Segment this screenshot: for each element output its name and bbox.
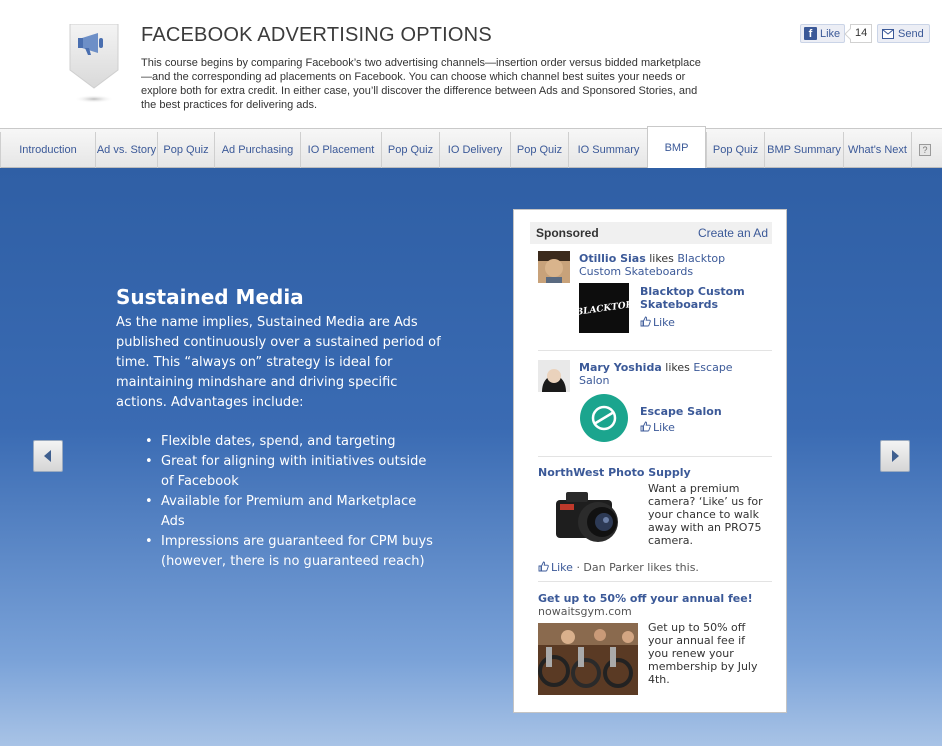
escape-salon-logo[interactable] [579, 393, 629, 443]
tab-io-placement[interactable]: IO Placement [300, 132, 381, 168]
story-line: Otillio Sias likes Blacktop Custom Skate… [579, 252, 759, 278]
lesson-tab-bar: Introduction Ad vs. Story Pop Quiz Ad Pu… [0, 126, 942, 168]
tab-pop-quiz-1[interactable]: Pop Quiz [157, 132, 214, 168]
story-verb: likes [649, 252, 674, 265]
like-label: Like [551, 561, 573, 574]
list-item: Impressions are guaranteed for CPM buys … [142, 532, 442, 572]
tab-io-summary[interactable]: IO Summary [568, 132, 648, 168]
divider [538, 456, 772, 457]
gym-image[interactable] [538, 623, 638, 695]
course-header: FACEBOOK ADVERTISING OPTIONS This course… [0, 0, 942, 128]
send-label: Send [898, 27, 924, 40]
megaphone-icon [68, 23, 120, 104]
tab-pop-quiz-3[interactable]: Pop Quiz [510, 132, 568, 168]
sponsored-ads-panel: Sponsored Create an Ad Otillio Sias like… [513, 209, 787, 713]
help-icon[interactable]: ? [919, 144, 931, 156]
send-button[interactable]: Send [877, 24, 930, 43]
facebook-like-button[interactable]: f Like [800, 24, 846, 43]
divider [538, 581, 772, 582]
slide-content: Sustained Media As the name implies, Sus… [0, 168, 942, 746]
page-title-link[interactable]: Blacktop Custom Skateboards [640, 285, 760, 311]
like-count: 14 [850, 24, 873, 43]
like-link[interactable]: Like [538, 561, 573, 574]
tab-bmp-summary[interactable]: BMP Summary [764, 132, 843, 168]
thumbs-up-icon [640, 421, 651, 432]
like-link[interactable]: Like [640, 316, 675, 329]
slide-title: Sustained Media [116, 285, 304, 309]
ad-url: nowaitsgym.com [538, 605, 632, 618]
story-user-link[interactable]: Otillio Sias [579, 252, 646, 265]
thumbs-up-icon [538, 561, 549, 572]
avatar[interactable] [538, 251, 570, 283]
list-item: Flexible dates, spend, and targeting [142, 432, 442, 452]
tab-ad-vs-story[interactable]: Ad vs. Story [95, 132, 157, 168]
page-title-link[interactable]: Escape Salon [640, 405, 760, 418]
create-ad-link[interactable]: Create an Ad [698, 226, 768, 240]
avatar[interactable] [538, 360, 570, 392]
story-user-link[interactable]: Mary Yoshida [579, 361, 662, 374]
list-item: Available for Premium and Marketplace Ad… [142, 492, 442, 532]
course-title: FACEBOOK ADVERTISING OPTIONS [141, 24, 492, 46]
tab-io-delivery[interactable]: IO Delivery [439, 132, 510, 168]
slide-body: As the name implies, Sustained Media are… [116, 315, 441, 410]
tab-pop-quiz-4[interactable]: Pop Quiz [706, 132, 764, 168]
divider [538, 350, 772, 351]
tab-whats-next[interactable]: What's Next [843, 132, 911, 168]
like-label: Like [653, 421, 675, 434]
ad-body: Want a premium camera? ‘Like’ us for you… [648, 482, 763, 547]
tab-introduction[interactable]: Introduction [0, 132, 95, 168]
like-label: Like [820, 27, 841, 40]
ad-body: Get up to 50% off your annual fee if you… [648, 621, 758, 686]
thumbs-up-icon [640, 316, 651, 327]
next-slide-button[interactable] [880, 440, 910, 472]
camera-image[interactable] [548, 482, 632, 550]
ad-social-line: Like · Dan Parker likes this. [538, 561, 768, 574]
tab-bmp[interactable]: BMP [647, 126, 706, 168]
ad-title-link[interactable]: Get up to 50% off your annual fee! [538, 592, 778, 605]
tab-pop-quiz-2[interactable]: Pop Quiz [381, 132, 439, 168]
social-context: · Dan Parker likes this. [576, 561, 699, 574]
advantages-list: Flexible dates, spend, and targeting Gre… [142, 432, 442, 572]
course-description: This course begins by comparing Facebook… [141, 57, 701, 111]
arrow-left-icon [44, 450, 51, 462]
envelope-icon [882, 28, 894, 39]
arrow-right-icon [892, 450, 899, 462]
story-line: Mary Yoshida likes Escape Salon [579, 361, 759, 387]
sponsored-label: Sponsored [536, 226, 599, 240]
like-link[interactable]: Like [640, 421, 675, 434]
blacktop-logo[interactable]: BLACKTOP [574, 283, 633, 333]
like-label: Like [653, 316, 675, 329]
facebook-f-icon: f [804, 27, 817, 40]
tab-ad-purchasing[interactable]: Ad Purchasing [214, 132, 300, 168]
list-item: Great for aligning with initiatives outs… [142, 452, 442, 492]
ad-title-link[interactable]: NorthWest Photo Supply [538, 466, 768, 479]
sponsored-header: Sponsored Create an Ad [530, 222, 772, 244]
story-verb: likes [665, 361, 690, 374]
previous-slide-button[interactable] [33, 440, 63, 472]
